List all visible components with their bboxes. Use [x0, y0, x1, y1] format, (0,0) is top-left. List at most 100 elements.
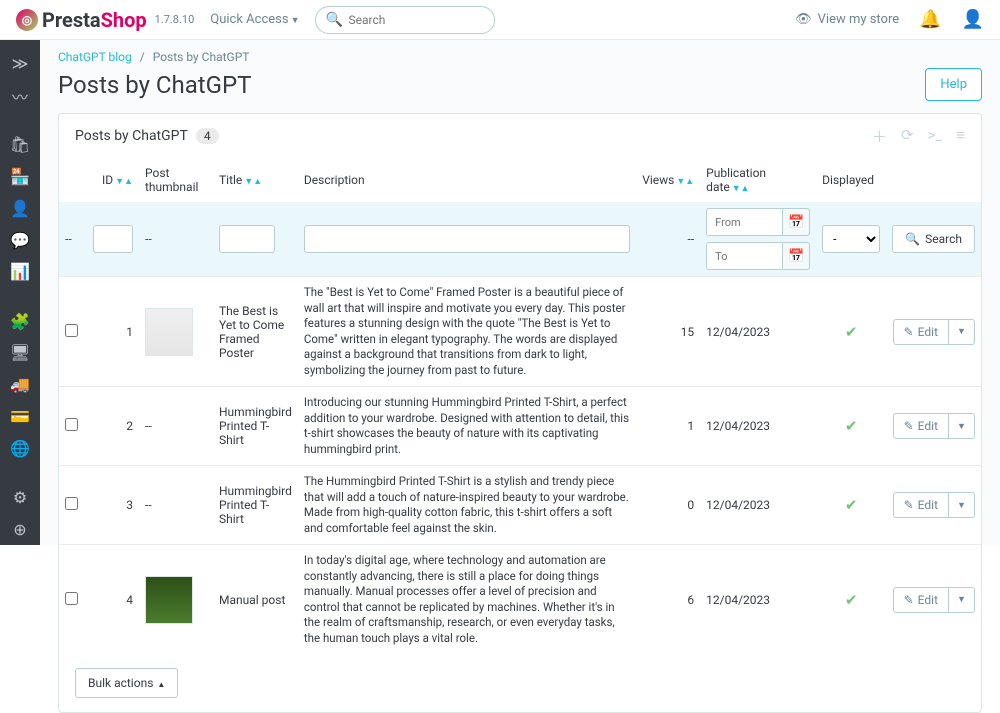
panel-title: Posts by ChatGPT [75, 128, 188, 144]
cell-desc: Introducing our stunning Hummingbird Pri… [298, 387, 636, 466]
view-store-label: View my store [818, 12, 900, 27]
brand-2: Shop [101, 8, 147, 32]
eye-icon: 👁 [795, 12, 812, 27]
search-label: Search [925, 232, 962, 246]
cell-desc: The "Best is Yet to Come" Framed Poster … [298, 277, 636, 387]
edit-button[interactable]: ✎Edit [893, 319, 949, 345]
cell-id: 2 [87, 387, 139, 466]
cell-desc: The Hummingbird Printed T-Shirt is a sty… [298, 466, 636, 545]
filter-dash: -- [145, 232, 152, 246]
cell-title: The Best is Yet to Come Framed Poster [213, 277, 298, 387]
col-title[interactable]: Title [219, 173, 242, 187]
view-my-store[interactable]: 👁 View my store [795, 12, 899, 27]
sidebar-item-international[interactable]: 🌐 [0, 432, 40, 464]
brand-1: Presta [42, 8, 101, 32]
sidebar-item-design[interactable]: 🖥 [0, 337, 40, 369]
row-checkbox[interactable] [65, 592, 78, 605]
sidebar-item-catalog[interactable]: 🏪 [0, 161, 40, 193]
thumbnail [145, 576, 193, 624]
calendar-icon[interactable]: 📅 [782, 242, 810, 270]
no-thumb: -- [145, 498, 152, 512]
table-row[interactable]: 2--Hummingbird Printed T-ShirtIntroducin… [59, 387, 981, 466]
filter-desc[interactable] [304, 225, 630, 253]
cell-pub: 12/04/2023 [700, 277, 816, 387]
search-icon: 🔍 [325, 12, 342, 28]
sidebar-item-payment[interactable]: 💳 [0, 400, 40, 432]
thumbnail [145, 308, 193, 356]
sidebar-item-modules[interactable]: 🧩 [0, 305, 40, 337]
cell-pub: 12/04/2023 [700, 387, 816, 466]
row-checkbox[interactable] [65, 497, 78, 510]
filter-title[interactable] [219, 225, 275, 253]
sidebar-item-customers[interactable]: 👤 [0, 193, 40, 225]
sidebar-item-stats[interactable]: 📊 [0, 256, 40, 288]
sidebar-item-orders[interactable]: 🛍 [0, 129, 40, 161]
topbar-right: 👁 View my store 🔔 👤 [795, 9, 984, 30]
col-id[interactable]: ID [102, 173, 113, 187]
pencil-icon: ✎ [904, 593, 914, 607]
caret-up-icon: ▲ [157, 680, 165, 689]
add-icon[interactable]: ＋ [872, 126, 887, 147]
topbar: ◎ PrestaShop 1.7.8.10 Quick Access▼ 🔍 👁 V… [0, 0, 1000, 40]
sidebar-item-advanced[interactable]: ⊕ [0, 513, 40, 545]
edit-button[interactable]: ✎Edit [893, 587, 949, 613]
check-icon[interactable]: ✔ [822, 417, 880, 435]
sidebar-toggle[interactable]: ≫ [0, 48, 40, 80]
cell-title: Hummingbird Printed T-Shirt [213, 387, 298, 466]
calendar-icon[interactable]: 📅 [782, 208, 810, 236]
cell-id: 4 [87, 545, 139, 655]
row-checkbox[interactable] [65, 324, 78, 337]
quick-access-label: Quick Access [210, 12, 288, 27]
table-row[interactable]: 3--Hummingbird Printed T-ShirtThe Hummin… [59, 466, 981, 545]
sort-icon[interactable]: ▼▲ [115, 177, 133, 187]
logo[interactable]: ◎ PrestaShop [16, 8, 147, 32]
version: 1.7.8.10 [155, 13, 195, 26]
check-icon[interactable]: ✔ [822, 496, 880, 514]
bulk-actions-button[interactable]: Bulk actions▲ [75, 668, 178, 698]
sidebar-item-dashboard[interactable]: 〰 [0, 80, 40, 112]
sidebar-item-params[interactable]: ⚙ [0, 482, 40, 514]
check-icon[interactable]: ✔ [822, 591, 880, 609]
export-icon[interactable]: ≡ [956, 126, 965, 147]
table-row[interactable]: 4Manual postIn today's digital age, wher… [59, 545, 981, 655]
sidebar-item-service[interactable]: 💬 [0, 224, 40, 256]
count-badge: 4 [196, 128, 219, 144]
filter-displayed[interactable]: - [822, 225, 880, 253]
row-checkbox[interactable] [65, 418, 78, 431]
table-row[interactable]: 1The Best is Yet to Come Framed PosterTh… [59, 277, 981, 387]
cell-title: Manual post [213, 545, 298, 655]
check-icon[interactable]: ✔ [822, 323, 880, 341]
col-thumb: Post thumbnail [145, 166, 198, 194]
help-button[interactable]: Help [925, 68, 982, 101]
filter-dash: -- [65, 232, 72, 246]
account-icon[interactable]: 👤 [962, 9, 984, 30]
list-panel: Posts by ChatGPT 4 ＋ ⟳ >_ ≡ ID▼▲ Post th… [58, 113, 982, 713]
breadcrumb: ChatGPT blog / Posts by ChatGPT [58, 40, 982, 66]
sort-icon[interactable]: ▼▲ [732, 184, 750, 194]
breadcrumb-parent[interactable]: ChatGPT blog [58, 50, 132, 64]
posts-table: ID▼▲ Post thumbnail Title▼▲ Description … [59, 158, 981, 654]
cell-pub: 12/04/2023 [700, 466, 816, 545]
filter-id[interactable] [93, 225, 133, 253]
col-views[interactable]: Views [642, 173, 674, 187]
sort-icon[interactable]: ▼▲ [676, 177, 694, 187]
cell-views: 1 [636, 387, 700, 466]
edit-button[interactable]: ✎Edit [893, 492, 949, 518]
quick-access[interactable]: Quick Access▼ [210, 12, 299, 27]
row-actions-dropdown[interactable]: ▼ [949, 492, 975, 518]
search-button[interactable]: 🔍Search [892, 225, 975, 253]
pencil-icon: ✎ [904, 325, 914, 339]
edit-button[interactable]: ✎Edit [893, 413, 949, 439]
sql-icon[interactable]: >_ [928, 126, 943, 147]
filter-date-from[interactable] [706, 208, 782, 236]
cell-pub: 12/04/2023 [700, 545, 816, 655]
refresh-icon[interactable]: ⟳ [901, 126, 914, 147]
sort-icon[interactable]: ▼▲ [244, 177, 262, 187]
main: ChatGPT blog / Posts by ChatGPT Posts by… [40, 40, 1000, 545]
row-actions-dropdown[interactable]: ▼ [949, 319, 975, 345]
row-actions-dropdown[interactable]: ▼ [949, 413, 975, 439]
filter-date-to[interactable] [706, 242, 782, 270]
notifications-icon[interactable]: 🔔 [919, 9, 941, 30]
row-actions-dropdown[interactable]: ▼ [949, 587, 975, 613]
sidebar-item-shipping[interactable]: 🚚 [0, 369, 40, 401]
